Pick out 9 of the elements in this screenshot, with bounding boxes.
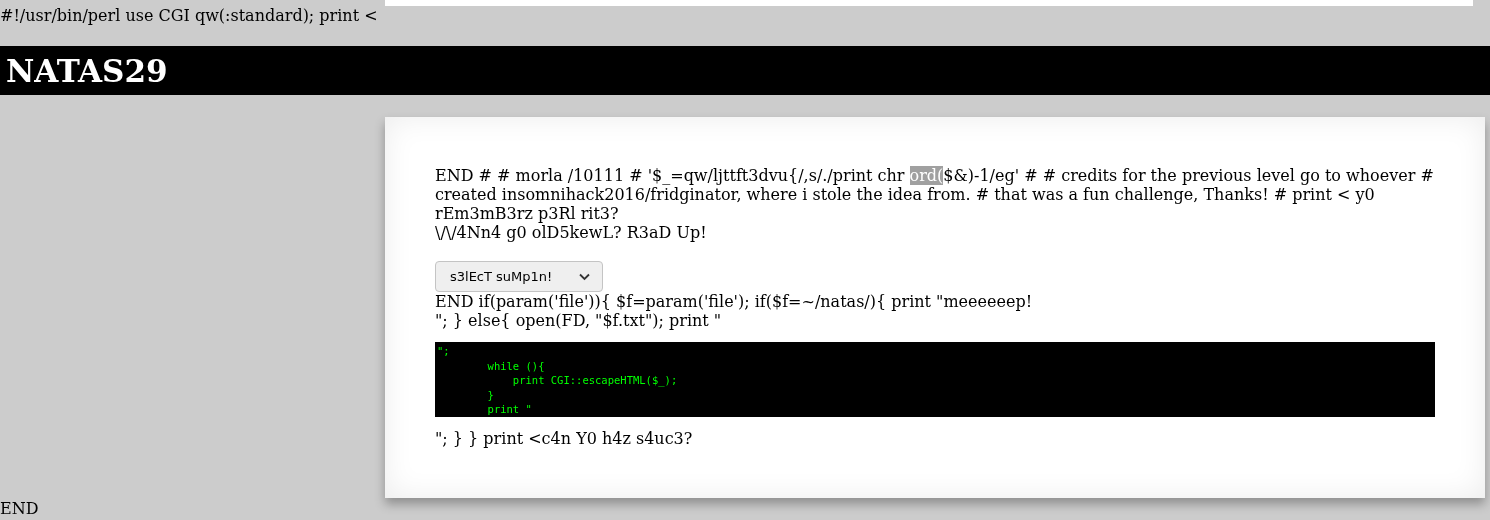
code-paragraph: END # # morla /10111 # '$_=qw/ljttft3dvu{/,s/./print chr ord($&)-1/eg' # # credits for the previous level go to whoever # created insomnihack2016/fridginator, where i stole the idea from. # that was a fun challenge, Thanks! # print < y0 rEm3mB3rz p3Rl rit3? \/\/4Nn4 g0 olD5kewL? R3aD Up! xyxy=(435,166,1435,242)
code-text: #!/usr/bin/perl use CGI qw(:standard); print < xyxy=(0,5,379,27)
code-paragraph: END if(param('file')){ $f=param('file'); if($f=~/natas/){ print "meeeeeep! "; } else{ open(FD, "$f.txt"); print " xyxy=(435,292,1034,330)
chevron-icon xyxy=(579,272,590,281)
site-title: NATAS29 xyxy=(6,52,168,89)
dropdown-select[interactable]: s3lEcT suMp1n! xyxy=(435,261,603,292)
code-text: "; } } print <c4n Y0 h4z s4uc3? xyxy=(435,429,694,448)
code-text: END xyxy=(0,499,39,518)
code-block: "; while (){ print CGI::escapeHTML($_); } print " xyxy=(435,342,1435,417)
